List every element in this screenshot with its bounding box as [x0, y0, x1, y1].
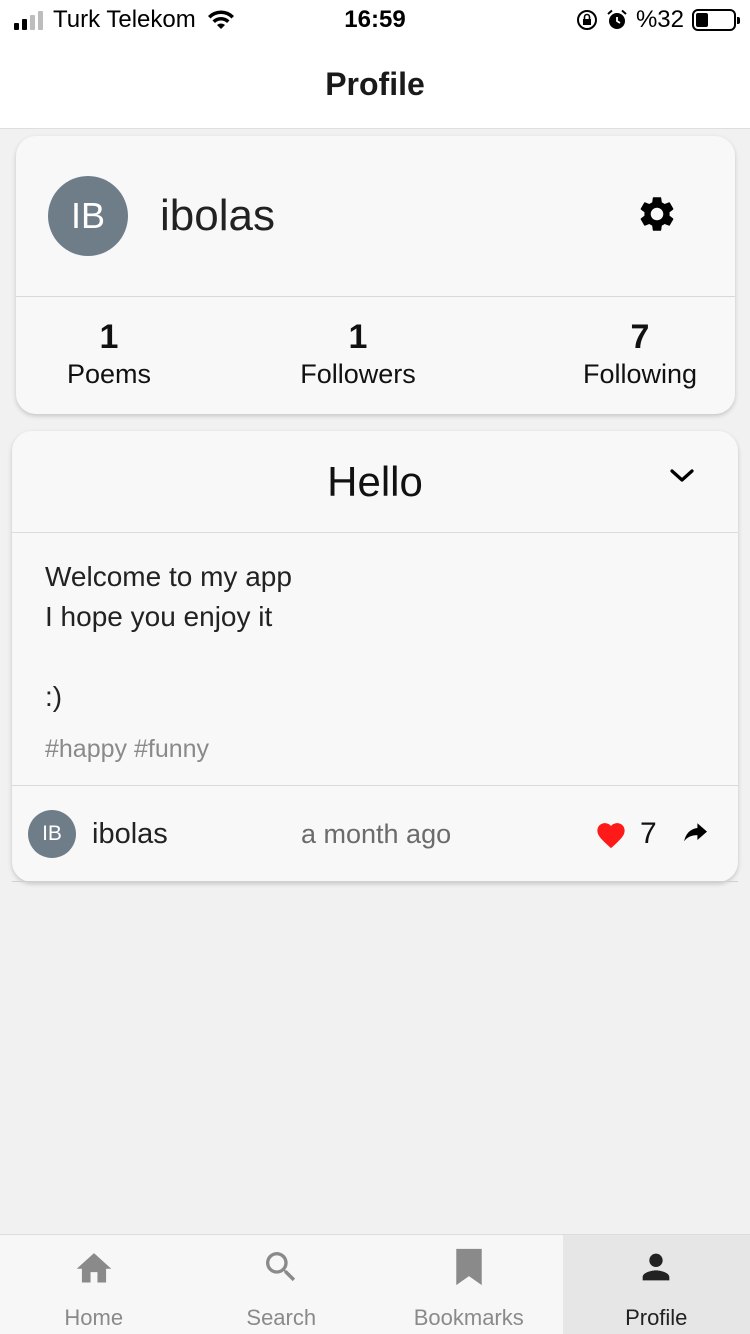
stat-label: Following [582, 359, 698, 389]
gear-icon [640, 197, 674, 231]
like-group: 7 [594, 817, 710, 851]
search-icon [266, 1252, 296, 1282]
username: ibolas [160, 191, 275, 240]
stat-label: Followers [300, 359, 416, 389]
battery-icon [692, 9, 740, 31]
tab-bar: Home Search Bookmarks Profile [0, 1234, 750, 1334]
person-icon [642, 1253, 670, 1281]
poem-line: I hope you enjoy it [45, 601, 273, 632]
author-name[interactable]: ibolas [92, 818, 168, 851]
author-avatar[interactable]: IB [28, 810, 76, 858]
signal-icon [14, 10, 43, 30]
tab-bookmarks[interactable]: Bookmarks [375, 1235, 563, 1334]
profile-card: IB ibolas 1 Poems 1 Followers 7 Followin… [16, 136, 735, 414]
poem-title: Hello [327, 457, 423, 505]
tab-label: Profile [625, 1305, 688, 1330]
bookmark-icon [456, 1248, 482, 1286]
stat-following[interactable]: 7 Following [572, 317, 708, 391]
wifi-icon [207, 10, 234, 29]
collapse-button[interactable] [662, 461, 702, 491]
carrier-label: Turk Telekom [53, 6, 196, 33]
stat-poems[interactable]: 1 Poems [49, 317, 169, 391]
settings-button[interactable] [635, 192, 679, 236]
page-title: Profile [325, 65, 425, 102]
poem-footer: IB ibolas a month ago 7 [12, 786, 738, 882]
divider [12, 881, 738, 882]
battery-percent: %32 [635, 6, 684, 33]
stat-value: 1 [348, 318, 368, 356]
stat-label: Poems [66, 359, 152, 389]
post-time: a month ago [301, 818, 452, 849]
profile-stats: 1 Poems 1 Followers 7 Following [16, 297, 735, 414]
rotation-lock-icon [576, 10, 597, 30]
battery-fill [696, 13, 708, 27]
poem-header[interactable]: Hello [12, 431, 738, 533]
tab-search[interactable]: Search [188, 1235, 376, 1334]
share-icon[interactable] [680, 822, 710, 846]
poem-card[interactable]: Hello Welcome to my app I hope you enjoy… [12, 431, 738, 882]
stat-value: 1 [99, 318, 119, 356]
stat-value: 7 [630, 318, 650, 356]
status-left: Turk Telekom [14, 6, 236, 34]
alarm-icon [607, 9, 627, 29]
tab-label: Search [246, 1305, 317, 1330]
profile-header: IB ibolas [16, 136, 735, 297]
tab-profile[interactable]: Profile [562, 1235, 750, 1334]
tab-home[interactable]: Home [0, 1235, 188, 1334]
poem-line: :) [45, 681, 63, 712]
tab-label: Home [64, 1305, 124, 1330]
tab-label: Bookmarks [413, 1305, 524, 1330]
chevron-down-icon [670, 469, 694, 482]
status-right: %32 [576, 6, 740, 34]
stat-followers[interactable]: 1 Followers [287, 317, 429, 391]
poem-line: Welcome to my app [45, 561, 292, 592]
poem-body: Welcome to my app I hope you enjoy it :)… [12, 533, 738, 786]
status-bar: Turk Telekom 16:59 %32 [0, 0, 750, 40]
like-count: 7 [640, 817, 657, 850]
home-icon [76, 1253, 112, 1283]
heart-icon[interactable] [594, 819, 628, 849]
poem-line [45, 637, 705, 677]
header: Profile [0, 40, 750, 129]
avatar[interactable]: IB [48, 176, 128, 256]
poem-tags[interactable]: #happy #funny [45, 735, 209, 764]
